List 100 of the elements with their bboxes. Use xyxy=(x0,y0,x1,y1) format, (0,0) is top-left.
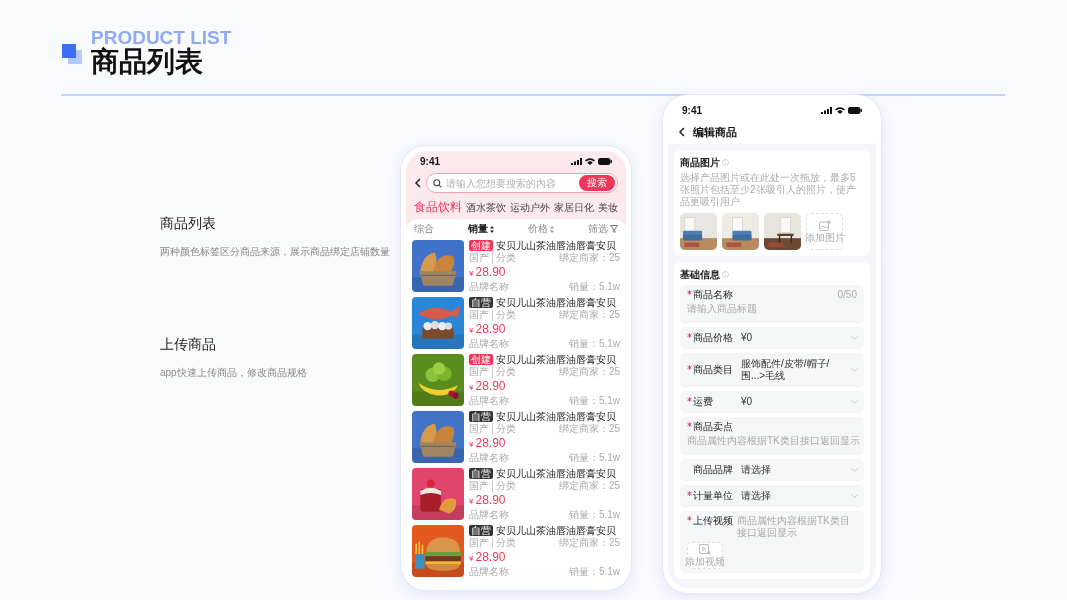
merchant-count: 绑定商家：25 xyxy=(558,309,620,321)
product-title: 安贝儿山茶油唇油唇膏安贝 xyxy=(496,239,616,252)
source-tag: 自营 xyxy=(469,468,493,479)
product-origin: 国产 xyxy=(469,366,493,378)
select-field[interactable]: 商品品牌 请选择 xyxy=(680,459,864,481)
wifi-icon xyxy=(585,157,595,165)
product-origin: 国产 xyxy=(469,480,493,492)
source-tag: 创建 xyxy=(469,354,493,365)
subtitle: PRODUCT LIST xyxy=(91,29,232,46)
currency-symbol: ¥ xyxy=(469,382,474,394)
back-icon[interactable] xyxy=(678,127,685,137)
text-area-field[interactable]: 商品卖点 商品属性内容根据TK类目接口返回显示 xyxy=(680,417,864,455)
signal-icon xyxy=(821,106,832,114)
chevron-down-icon xyxy=(851,400,858,404)
sales-count: 销量：5.1w xyxy=(568,566,620,578)
field-label: 商品类目 xyxy=(693,364,733,376)
feature-description: app快速上传商品，修改商品规格 xyxy=(160,367,307,379)
sales-count: 销量：5.1w xyxy=(568,338,620,350)
select-field[interactable]: 计量单位 请选择 xyxy=(680,485,864,507)
currency-symbol: ¥ xyxy=(469,439,474,451)
product-title: 安贝儿山茶油唇油唇膏安贝 xyxy=(496,524,616,537)
product-price: 28.90 xyxy=(475,378,506,394)
logo-icon xyxy=(62,44,82,64)
battery-icon xyxy=(598,157,612,165)
category-tab[interactable]: 酒水茶饮 xyxy=(466,201,506,215)
field-label: 商品价格 xyxy=(693,332,733,344)
image-add-icon xyxy=(818,220,831,231)
brand-name: 品牌名称 xyxy=(469,509,509,521)
brand-name: 品牌名称 xyxy=(469,281,509,293)
text-area-field[interactable]: 商品名称 0/50 请输入商品标题 xyxy=(680,285,864,323)
merchant-count: 绑定商家：25 xyxy=(558,537,620,549)
product-price: 28.90 xyxy=(475,321,506,337)
product-category: 分类 xyxy=(496,309,516,321)
info-icon xyxy=(722,271,729,278)
field-value: 请选择 xyxy=(741,490,772,502)
field-value: ¥0 xyxy=(741,396,754,408)
source-tag: 自营 xyxy=(469,525,493,536)
product-price: 28.90 xyxy=(475,435,506,451)
feature-title: 上传商品 xyxy=(160,335,217,353)
page-title: 商品列表 xyxy=(91,47,203,77)
feature-title: 商品列表 xyxy=(160,214,217,232)
info-icon xyxy=(722,159,729,166)
field-label: 计量单位 xyxy=(693,490,733,502)
sort-option[interactable]: 价格 xyxy=(528,223,554,235)
brand-name: 品牌名称 xyxy=(469,338,509,350)
product-title: 安贝儿山茶油唇油唇膏安贝 xyxy=(496,410,616,423)
product-category: 分类 xyxy=(496,480,516,492)
source-tag: 自营 xyxy=(469,297,493,308)
character-counter: 0/50 xyxy=(837,289,857,301)
section-title: 基础信息 xyxy=(680,268,720,281)
field-label: 运费 xyxy=(693,396,713,408)
field-value: 请选择 xyxy=(741,464,772,476)
product-origin: 国产 xyxy=(469,252,493,264)
video-add-icon xyxy=(699,544,711,555)
field-label: 商品名称 xyxy=(693,289,733,301)
sales-count: 销量：5.1w xyxy=(568,452,620,464)
source-tag: 创建 xyxy=(469,240,493,251)
search-button[interactable]: 搜索 xyxy=(579,175,615,191)
select-field[interactable]: 商品价格 ¥0 xyxy=(680,327,864,349)
chevron-down-icon xyxy=(851,336,858,340)
product-origin: 国产 xyxy=(469,309,493,321)
signal-icon xyxy=(571,157,582,165)
merchant-count: 绑定商家：25 xyxy=(558,480,620,492)
product-title: 安贝儿山茶油唇油唇膏安贝 xyxy=(496,296,616,309)
currency-symbol: ¥ xyxy=(469,496,474,508)
brand-name: 品牌名称 xyxy=(469,566,509,578)
search-field[interactable]: 请输入您想要搜索的内容 搜索 xyxy=(426,173,618,193)
currency-symbol: ¥ xyxy=(469,325,474,337)
product-origin: 国产 xyxy=(469,423,493,435)
sort-option[interactable]: 销量 xyxy=(468,223,494,235)
brand-name: 品牌名称 xyxy=(469,452,509,464)
section-title: 商品图片 xyxy=(680,156,720,169)
product-category: 分类 xyxy=(496,252,516,264)
category-tab[interactable]: 家居日化 xyxy=(554,201,594,215)
field-label: 商品卖点 xyxy=(693,421,733,433)
category-tab[interactable]: 美妆 xyxy=(598,201,618,215)
placeholder-text: 商品属性内容根据TK类目接口返回显示 xyxy=(737,515,851,539)
product-title: 安贝儿山茶油唇油唇膏安贝 xyxy=(496,467,616,480)
filter-icon xyxy=(610,225,618,233)
status-time: 9:41 xyxy=(420,154,440,169)
field-label: 上传视频 xyxy=(693,515,733,527)
product-origin: 国产 xyxy=(469,537,493,549)
currency-symbol: ¥ xyxy=(469,268,474,280)
product-price: 28.90 xyxy=(475,264,506,280)
chevron-down-icon xyxy=(851,368,858,372)
select-field[interactable]: 运费 ¥0 xyxy=(680,391,864,413)
product-price: 28.90 xyxy=(475,549,506,565)
back-icon[interactable] xyxy=(414,178,421,188)
sort-option[interactable]: 筛选 xyxy=(588,223,618,235)
sort-option[interactable]: 综合 xyxy=(414,223,434,235)
search-icon xyxy=(433,178,442,188)
product-category: 分类 xyxy=(496,423,516,435)
brand-name: 品牌名称 xyxy=(469,395,509,407)
product-price: 28.90 xyxy=(475,492,506,508)
merchant-count: 绑定商家：25 xyxy=(558,423,620,435)
source-tag: 自营 xyxy=(469,411,493,422)
sales-count: 销量：5.1w xyxy=(568,395,620,407)
chevron-down-icon xyxy=(851,494,858,498)
category-tab[interactable]: 运动户外 xyxy=(510,201,550,215)
product-category: 分类 xyxy=(496,366,516,378)
